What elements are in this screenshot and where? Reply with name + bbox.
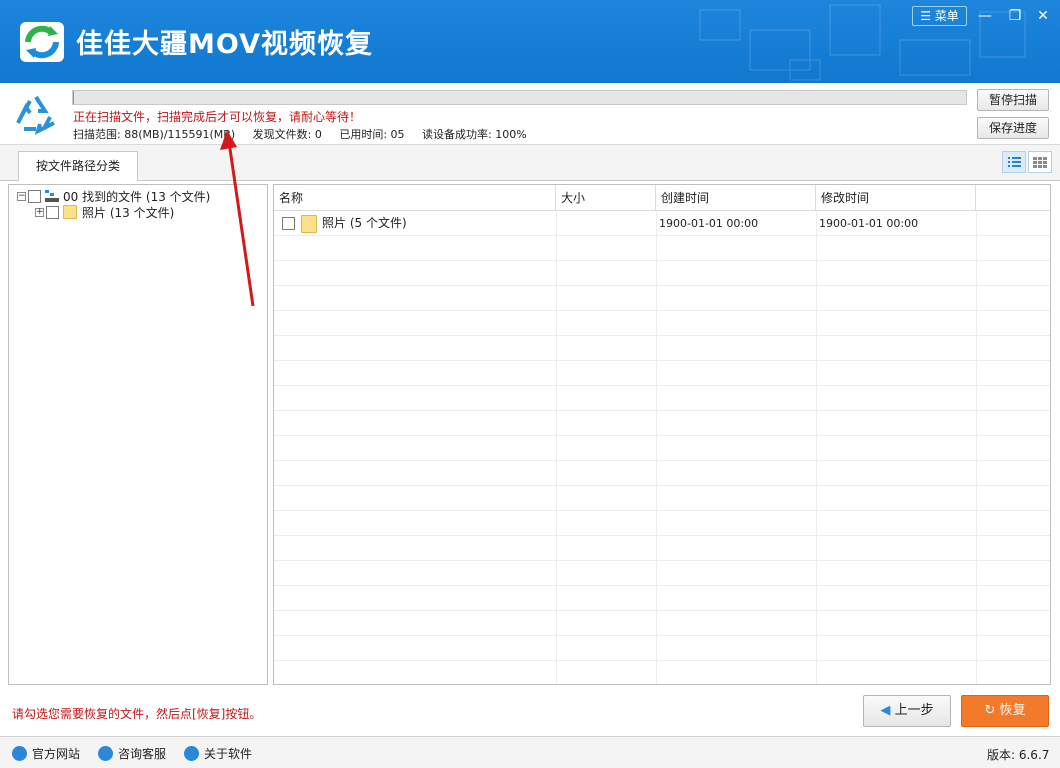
empty-row [274, 461, 1050, 486]
empty-row [274, 486, 1050, 511]
empty-row [274, 586, 1050, 611]
empty-row [274, 611, 1050, 636]
files-found: 发现文件数: 0 [252, 128, 322, 141]
home-icon [12, 746, 27, 761]
previous-step-button[interactable]: ◀ 上一步 [863, 695, 951, 727]
folder-icon [301, 214, 317, 233]
list-view-button[interactable] [1002, 151, 1026, 173]
collapse-icon[interactable]: − [17, 191, 26, 201]
restore-hint: 请勾选您需要恢复的文件，然后点[恢复]按钮。 [12, 707, 262, 721]
drive-icon [45, 190, 59, 202]
official-site-label: 官方网站 [32, 747, 81, 761]
maximize-button[interactable]: ❐ [1002, 4, 1028, 28]
restore-button[interactable]: ↻ 恢复 [961, 695, 1049, 727]
empty-row [274, 511, 1050, 536]
empty-row [274, 436, 1050, 461]
support-link[interactable]: 咨询客服 [98, 745, 166, 762]
menu-label: 菜单 [934, 9, 959, 23]
empty-row [274, 661, 1050, 684]
elapsed-time: 已用时间: 05 [339, 128, 405, 141]
menu-icon: ☰ [920, 9, 931, 23]
app-logo-icon [20, 22, 64, 62]
column-divider [656, 211, 657, 684]
recycle-icon [16, 95, 55, 135]
tree-root-label: 00 找到的文件 (13 个文件) [63, 189, 211, 204]
scan-progress-bar [72, 90, 967, 105]
list-view-icon [1008, 157, 1021, 167]
chat-icon [98, 746, 113, 761]
empty-row [274, 361, 1050, 386]
column-created[interactable]: 创建时间 [656, 185, 816, 211]
app-title: 佳佳大疆MOV视频恢复 [76, 29, 373, 60]
row-created: 1900-01-01 00:00 [659, 217, 759, 230]
empty-row [274, 411, 1050, 436]
scan-status-area: 正在扫描文件，扫描完成后才可以恢复，请耐心等待！ 扫描范围: 88(MB)/11… [0, 83, 1060, 145]
empty-row [274, 236, 1050, 261]
close-button[interactable]: ✕ [1030, 4, 1056, 28]
restore-label: 恢复 [999, 703, 1026, 718]
info-icon [184, 746, 199, 761]
scan-progress-fill [73, 91, 74, 104]
grid-view-icon [1033, 157, 1047, 168]
tree-root-checkbox[interactable] [28, 189, 41, 203]
scan-stats: 扫描范围: 88(MB)/115591(MB) 发现文件数: 0 已用时间: 0… [73, 126, 541, 142]
empty-row [274, 536, 1050, 561]
about-label: 关于软件 [204, 747, 253, 761]
grid-view-button[interactable] [1028, 151, 1052, 173]
column-size[interactable]: 大小 [556, 185, 656, 211]
about-link[interactable]: 关于软件 [184, 745, 252, 762]
tree-photos-label: 照片 (13 个文件) [82, 205, 175, 220]
file-list: 名称 大小 创建时间 修改时间 照片 (5 个文件) 1900-01-01 00… [273, 184, 1051, 685]
version-label: 版本: 6.6.7 [987, 748, 1050, 762]
scan-message: 正在扫描文件，扫描完成后才可以恢复，请耐心等待！ [73, 110, 362, 124]
column-divider [816, 211, 817, 684]
title-bar: 佳佳大疆MOV视频恢复 ☰ 菜单 — ❐ ✕ [0, 0, 1060, 83]
footer: 官方网站 咨询客服 关于软件 版本: 6.6.7 [0, 736, 1060, 768]
empty-row [274, 636, 1050, 661]
column-modified[interactable]: 修改时间 [816, 185, 976, 211]
expand-icon[interactable]: + [35, 207, 44, 217]
official-site-link[interactable]: 官方网站 [12, 745, 80, 762]
tab-row: 按文件路径分类 [0, 145, 1060, 181]
empty-row [274, 311, 1050, 336]
file-list-header: 名称 大小 创建时间 修改时间 [274, 185, 1050, 211]
read-success-rate: 读设备成功率: 100% [422, 128, 527, 141]
table-row[interactable]: 照片 (5 个文件) 1900-01-01 00:00 1900-01-01 0… [274, 211, 1050, 236]
row-modified: 1900-01-01 00:00 [819, 217, 919, 230]
folder-tree: − 00 找到的文件 (13 个文件) + 照片 (13 个文件) [8, 184, 268, 685]
empty-row [274, 261, 1050, 286]
folder-icon [63, 205, 77, 219]
empty-row [274, 386, 1050, 411]
row-checkbox[interactable] [282, 217, 295, 230]
row-name: 照片 (5 个文件) [322, 216, 407, 230]
empty-row [274, 336, 1050, 361]
arrow-left-icon: ◀ [880, 703, 891, 718]
restore-icon: ↻ [984, 703, 996, 718]
pause-scan-button[interactable]: 暂停扫描 [977, 89, 1049, 111]
save-progress-button[interactable]: 保存进度 [977, 117, 1049, 139]
tree-node-root[interactable]: − 00 找到的文件 (13 个文件) [17, 188, 210, 204]
menu-button[interactable]: ☰ 菜单 [912, 6, 967, 26]
tree-photos-checkbox[interactable] [46, 205, 59, 219]
column-name[interactable]: 名称 [274, 185, 556, 211]
empty-row [274, 286, 1050, 311]
tree-node-photos[interactable]: + 照片 (13 个文件) [35, 204, 174, 220]
previous-step-label: 上一步 [894, 703, 934, 718]
scan-range: 扫描范围: 88(MB)/115591(MB) [73, 128, 236, 141]
column-divider [556, 211, 557, 684]
row-name-cell: 照片 (5 个文件) [282, 211, 407, 236]
support-label: 咨询客服 [118, 747, 167, 761]
column-divider [976, 211, 977, 684]
empty-row [274, 561, 1050, 586]
tab-by-path[interactable]: 按文件路径分类 [18, 151, 138, 181]
minimize-button[interactable]: — [972, 4, 998, 28]
